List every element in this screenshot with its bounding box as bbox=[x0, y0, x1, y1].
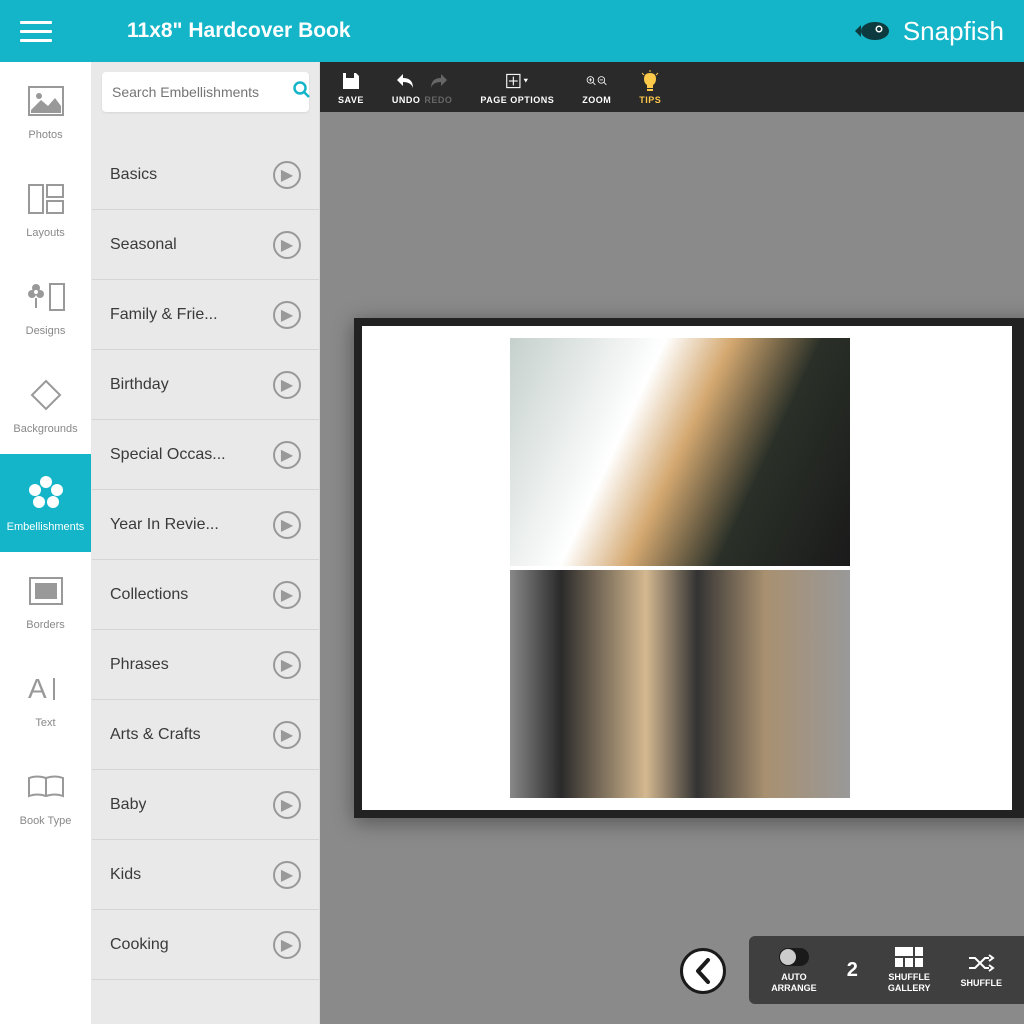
chevron-right-icon: ▶ bbox=[273, 651, 301, 679]
page-number: 2 bbox=[847, 959, 858, 982]
category-basics[interactable]: Basics▶ bbox=[92, 140, 319, 210]
backgrounds-icon bbox=[26, 375, 66, 415]
chevron-right-icon: ▶ bbox=[273, 511, 301, 539]
nav-booktype[interactable]: Book Type bbox=[0, 748, 91, 846]
shuffle-gallery-button[interactable]: SHUFFLEGALLERY bbox=[888, 946, 931, 994]
chevron-right-icon: ▶ bbox=[273, 931, 301, 959]
chevron-right-icon: ▶ bbox=[273, 301, 301, 329]
nav-backgrounds[interactable]: Backgrounds bbox=[0, 356, 91, 454]
chevron-right-icon: ▶ bbox=[273, 231, 301, 259]
nav-embellishments[interactable]: Embellishments bbox=[0, 454, 91, 552]
category-family[interactable]: Family & Frie...▶ bbox=[92, 280, 319, 350]
chevron-right-icon: ▶ bbox=[273, 721, 301, 749]
redo-icon bbox=[427, 70, 449, 92]
save-button[interactable]: SAVE bbox=[338, 70, 364, 105]
tips-icon bbox=[639, 70, 661, 92]
book-spread[interactable] bbox=[354, 318, 1024, 818]
nav-borders[interactable]: Borders bbox=[0, 552, 91, 650]
brand-name: Snapfish bbox=[903, 16, 1004, 47]
prev-page-button[interactable] bbox=[680, 948, 726, 994]
tool-rail: Photos Layouts Designs Backgrounds Embel… bbox=[0, 62, 92, 1024]
brand-logo[interactable]: Snapfish bbox=[851, 16, 1004, 47]
embellishments-icon bbox=[26, 473, 66, 513]
search-input[interactable] bbox=[112, 84, 293, 100]
borders-icon bbox=[26, 571, 66, 611]
redo-button[interactable]: REDO bbox=[424, 70, 452, 105]
page-options-icon bbox=[506, 70, 528, 92]
category-collections[interactable]: Collections▶ bbox=[92, 560, 319, 630]
category-cooking[interactable]: Cooking▶ bbox=[92, 910, 319, 980]
undo-button[interactable]: UNDO bbox=[392, 70, 421, 105]
nav-photos[interactable]: Photos bbox=[0, 62, 91, 160]
category-year[interactable]: Year In Revie...▶ bbox=[92, 490, 319, 560]
nav-text[interactable]: A Text bbox=[0, 650, 91, 748]
chevron-left-icon bbox=[694, 958, 712, 984]
page-photo-top[interactable] bbox=[510, 338, 850, 566]
chevron-right-icon: ▶ bbox=[273, 861, 301, 889]
chevron-right-icon: ▶ bbox=[273, 161, 301, 189]
layouts-icon bbox=[26, 179, 66, 219]
page-options-button[interactable]: PAGE OPTIONS bbox=[480, 70, 554, 105]
chevron-right-icon: ▶ bbox=[273, 791, 301, 819]
category-special[interactable]: Special Occas...▶ bbox=[92, 420, 319, 490]
auto-arrange-toggle[interactable]: AUTOARRANGE bbox=[771, 946, 817, 994]
embellishments-panel: Basics▶ Seasonal▶ Family & Frie...▶ Birt… bbox=[92, 62, 320, 1024]
category-kids[interactable]: Kids▶ bbox=[92, 840, 319, 910]
undo-icon bbox=[395, 70, 417, 92]
category-arts[interactable]: Arts & Crafts▶ bbox=[92, 700, 319, 770]
editor-toolbar: SAVE UNDO REDO PAGE OPTIONS ZOOM bbox=[320, 62, 1024, 112]
save-icon bbox=[340, 70, 362, 92]
page-controls-bar: AUTOARRANGE 2 SHUFFLEGALLERY SHUFFLE bbox=[749, 936, 1024, 1004]
search-input-wrap[interactable] bbox=[102, 72, 309, 112]
app-header: 11x8" Hardcover Book Snapfish bbox=[0, 0, 1024, 62]
grid-icon bbox=[894, 946, 924, 968]
category-birthday[interactable]: Birthday▶ bbox=[92, 350, 319, 420]
chevron-right-icon: ▶ bbox=[273, 441, 301, 469]
category-phrases[interactable]: Phrases▶ bbox=[92, 630, 319, 700]
photos-icon bbox=[26, 81, 66, 121]
tips-button[interactable]: TIPS bbox=[639, 70, 661, 105]
product-title: 11x8" Hardcover Book bbox=[127, 19, 851, 43]
search-icon[interactable] bbox=[293, 81, 311, 104]
category-baby[interactable]: Baby▶ bbox=[92, 770, 319, 840]
chevron-right-icon: ▶ bbox=[273, 581, 301, 609]
book-page-left[interactable] bbox=[362, 326, 1012, 810]
zoom-button[interactable]: ZOOM bbox=[582, 70, 611, 105]
book-stage[interactable] bbox=[320, 112, 1024, 1024]
nav-designs[interactable]: Designs bbox=[0, 258, 91, 356]
category-seasonal[interactable]: Seasonal▶ bbox=[92, 210, 319, 280]
menu-icon[interactable] bbox=[20, 15, 52, 47]
shuffle-button[interactable]: SHUFFLE bbox=[961, 952, 1003, 989]
canvas-area: SAVE UNDO REDO PAGE OPTIONS ZOOM bbox=[320, 62, 1024, 1024]
designs-icon bbox=[26, 277, 66, 317]
chevron-right-icon: ▶ bbox=[273, 371, 301, 399]
fish-icon bbox=[851, 17, 895, 45]
category-list: Basics▶ Seasonal▶ Family & Frie...▶ Birt… bbox=[92, 122, 319, 1024]
svg-text:A: A bbox=[28, 674, 47, 704]
page-photo-bottom[interactable] bbox=[510, 570, 850, 798]
shuffle-icon bbox=[966, 952, 996, 974]
toggle-icon bbox=[779, 948, 809, 966]
book-icon bbox=[26, 767, 66, 807]
nav-layouts[interactable]: Layouts bbox=[0, 160, 91, 258]
zoom-icon bbox=[586, 70, 608, 92]
text-icon: A bbox=[26, 669, 66, 709]
